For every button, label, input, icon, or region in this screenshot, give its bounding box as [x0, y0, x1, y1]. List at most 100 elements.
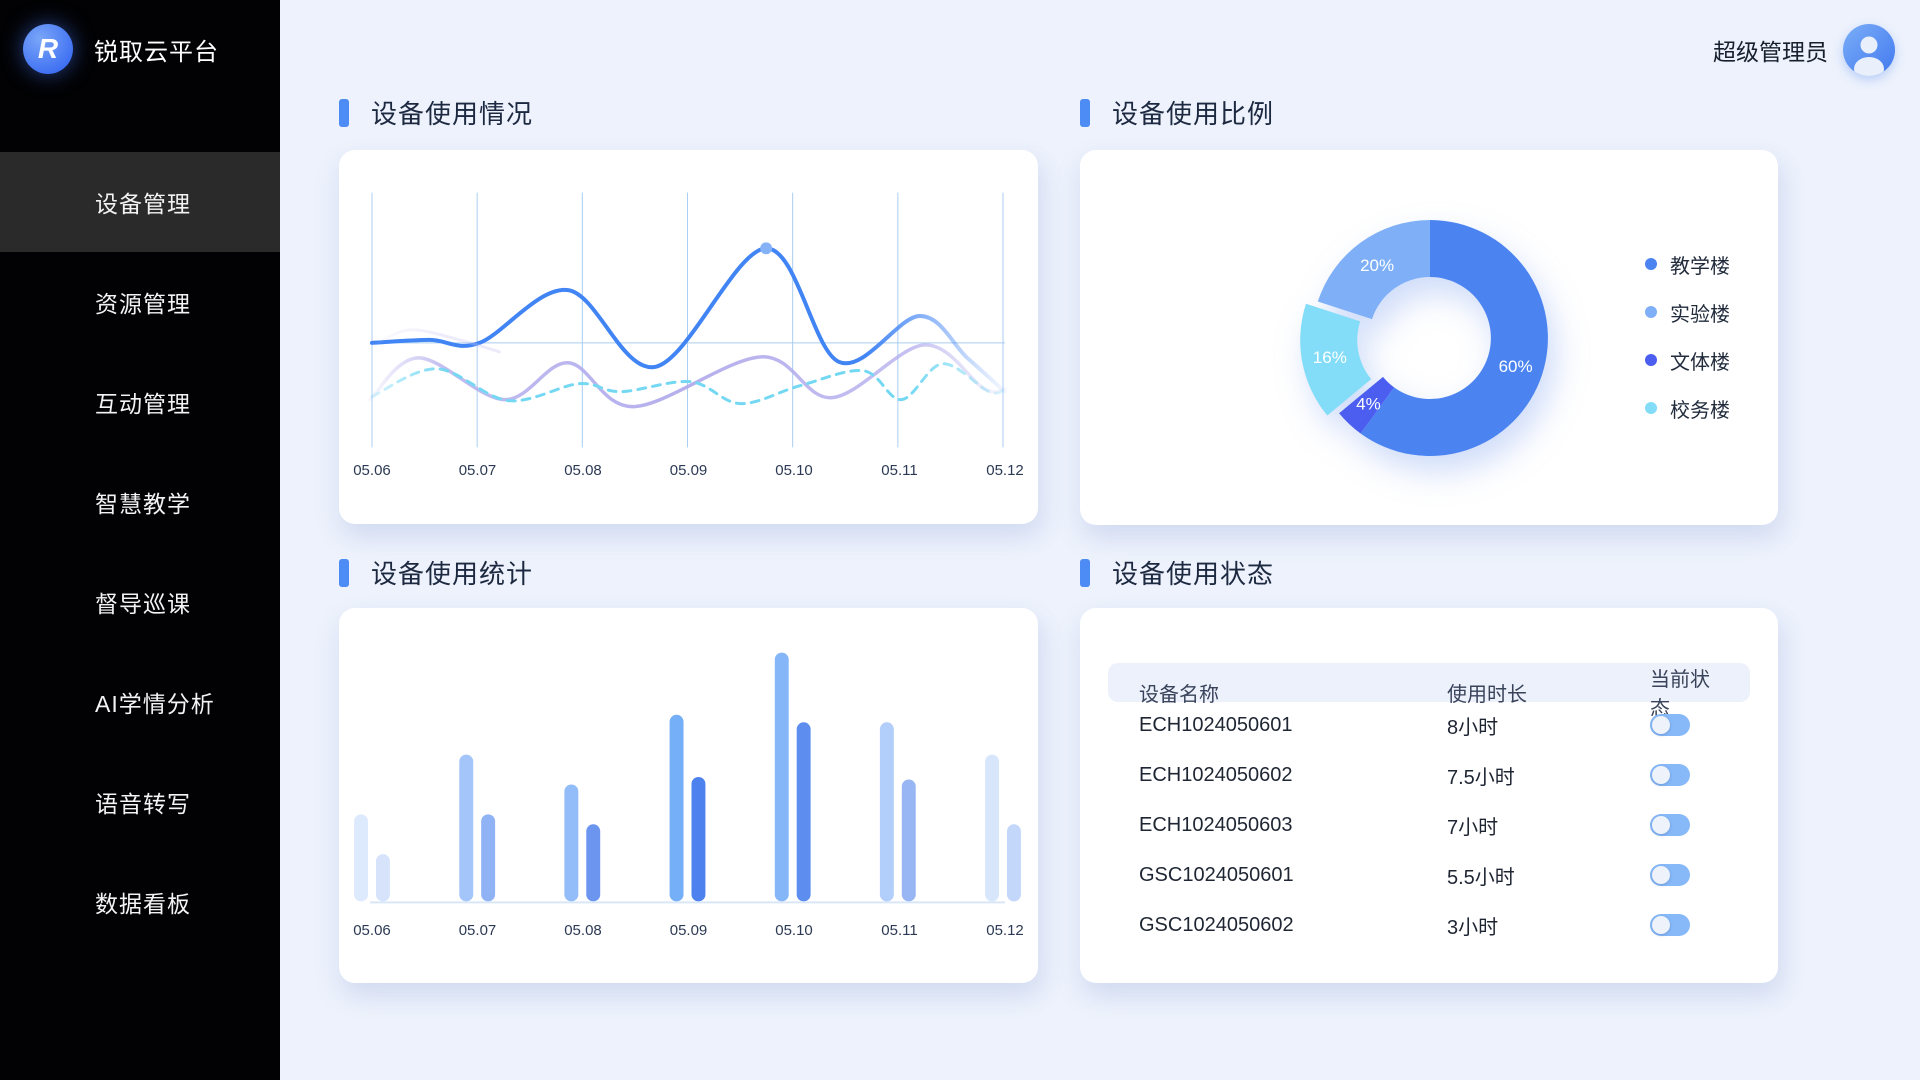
section-title-text: 设备使用状态: [1112, 554, 1274, 591]
legend-dot-icon: [1645, 306, 1657, 318]
usage-ratio-card: 60% 4% 16% 20% 教学楼实验楼文体楼校务楼: [1080, 150, 1778, 525]
legend-dot-icon: [1645, 258, 1657, 270]
donut-legend: 教学楼实验楼文体楼校务楼: [1645, 240, 1730, 432]
x-axis-label: 05.06: [353, 922, 391, 939]
x-axis-label: 05.12: [986, 922, 1024, 939]
x-axis-label: 05.07: [459, 462, 497, 479]
section-title-text: 设备使用统计: [371, 554, 533, 591]
legend-item-admin-building[interactable]: 校务楼: [1645, 384, 1730, 432]
table-row: GSC10240506015.5小时: [1108, 850, 1750, 900]
bar: [670, 715, 684, 902]
user-area: 超级管理员: [1713, 24, 1895, 76]
table-row: ECH10240506037小时: [1108, 800, 1750, 850]
section-title-text: 设备使用情况: [371, 94, 533, 131]
toggle-knob: [1652, 716, 1670, 734]
app-logo-icon: R: [23, 24, 73, 74]
usage-stats-chart: 05.0605.0705.0805.0905.1005.1105.12: [370, 650, 1007, 942]
donut-slice-label: 60%: [1499, 357, 1533, 376]
x-axis-label: 05.06: [353, 462, 391, 479]
bar: [376, 854, 390, 901]
section-title-usage: 设备使用情况: [339, 94, 533, 131]
status-toggle[interactable]: [1650, 814, 1690, 836]
bar: [985, 755, 999, 902]
x-axis-label: 05.09: [670, 922, 708, 939]
sidebar-item-interaction[interactable]: 互动管理: [0, 352, 280, 452]
device-status-card: 设备名称 使用时长 当前状态 ECH10240506018小时ECH102405…: [1080, 608, 1778, 983]
primary-trend-line: [372, 248, 1005, 391]
status-toggle[interactable]: [1650, 914, 1690, 936]
bar: [797, 722, 811, 901]
user-avatar[interactable]: [1843, 24, 1895, 76]
legend-item-sports-building[interactable]: 文体楼: [1645, 336, 1730, 384]
x-axis-label: 05.08: [564, 462, 602, 479]
sidebar-item-smart-teaching[interactable]: 智慧教学: [0, 452, 280, 552]
table-row: ECH10240506018小时: [1108, 700, 1750, 750]
sidebar-item-transcription[interactable]: 语音转写: [0, 752, 280, 852]
donut-slice-label: 20%: [1360, 256, 1394, 275]
bar: [459, 755, 473, 902]
peak-marker-dot: [760, 242, 772, 254]
usage-duration: 7小时: [1447, 811, 1650, 840]
device-name: GSC1024050602: [1139, 914, 1447, 937]
donut-chart: 60% 4% 16% 20%: [1298, 206, 1562, 470]
x-axis-label: 05.09: [670, 462, 708, 479]
legend-label: 校务楼: [1670, 394, 1730, 423]
title-accent-bar: [1080, 99, 1090, 127]
section-title-text: 设备使用比例: [1112, 94, 1274, 131]
bar: [902, 780, 916, 902]
x-axis-label: 05.11: [881, 922, 917, 939]
title-accent-bar: [339, 99, 349, 127]
status-toggle[interactable]: [1650, 714, 1690, 736]
sidebar: R 锐取云平台 设备管理资源管理互动管理智慧教学督导巡课AI学情分析语音转写数据…: [0, 0, 280, 1080]
title-accent-bar: [1080, 559, 1090, 587]
bar: [775, 653, 789, 902]
status-toggle[interactable]: [1650, 864, 1690, 886]
person-icon: [1843, 24, 1895, 76]
bar: [691, 777, 705, 901]
usage-duration: 8小时: [1447, 711, 1650, 740]
toggle-knob: [1652, 766, 1670, 784]
sidebar-item-resource[interactable]: 资源管理: [0, 252, 280, 352]
usage-duration: 7.5小时: [1447, 761, 1650, 790]
legend-item-lab-building[interactable]: 实验楼: [1645, 288, 1730, 336]
table-header: 设备名称 使用时长 当前状态: [1108, 663, 1750, 702]
sidebar-item-supervision[interactable]: 督导巡课: [0, 552, 280, 652]
legend-label: 文体楼: [1670, 346, 1730, 375]
user-role-label: 超级管理员: [1713, 33, 1828, 67]
sidebar-item-dashboard[interactable]: 数据看板: [0, 852, 280, 952]
brand: R 锐取云平台: [23, 24, 219, 74]
device-name: ECH1024050603: [1139, 814, 1447, 837]
toggle-knob: [1652, 866, 1670, 884]
donut-slice-label: 16%: [1313, 348, 1347, 367]
sidebar-item-ai-analysis[interactable]: AI学情分析: [0, 652, 280, 752]
legend-dot-icon: [1645, 402, 1657, 414]
toggle-knob: [1652, 916, 1670, 934]
donut-slice-label: 4%: [1356, 395, 1381, 414]
usage-trend-chart: 05.0605.0705.0805.0905.1005.1105.12: [370, 190, 1007, 482]
section-title-status: 设备使用状态: [1080, 554, 1274, 591]
line-chart: [370, 190, 1007, 450]
usage-stats-card: 05.0605.0705.0805.0905.1005.1105.12: [339, 608, 1038, 983]
bar-chart-x-axis: 05.0605.0705.0805.0905.1005.1105.12: [370, 922, 1007, 942]
status-toggle[interactable]: [1650, 764, 1690, 786]
legend-item-teaching-building[interactable]: 教学楼: [1645, 240, 1730, 288]
bar: [354, 814, 368, 901]
table-row: GSC10240506023小时: [1108, 900, 1750, 950]
x-axis-label: 05.10: [775, 462, 813, 479]
app-title: 锐取云平台: [94, 32, 219, 67]
main-content: 超级管理员 设备使用情况 设备使用比例 设备使用统计 设备使用状态 05.060…: [280, 0, 1920, 1080]
bar-chart: [370, 650, 1007, 910]
usage-trend-card: 05.0605.0705.0805.0905.1005.1105.12: [339, 150, 1038, 524]
legend-dot-icon: [1645, 354, 1657, 366]
device-name: ECH1024050602: [1139, 764, 1447, 787]
legend-label: 教学楼: [1670, 250, 1730, 279]
sidebar-item-device[interactable]: 设备管理: [0, 152, 280, 252]
line-chart-x-axis: 05.0605.0705.0805.0905.1005.1105.12: [370, 462, 1007, 482]
table-body: ECH10240506018小时 ECH10240506027.5小时 ECH102…: [1108, 700, 1750, 950]
usage-duration: 5.5小时: [1447, 861, 1650, 890]
x-axis-label: 05.07: [459, 922, 497, 939]
device-name: GSC1024050601: [1139, 864, 1447, 887]
section-title-stats: 设备使用统计: [339, 554, 533, 591]
x-axis-label: 05.11: [881, 462, 917, 479]
bar: [586, 824, 600, 901]
